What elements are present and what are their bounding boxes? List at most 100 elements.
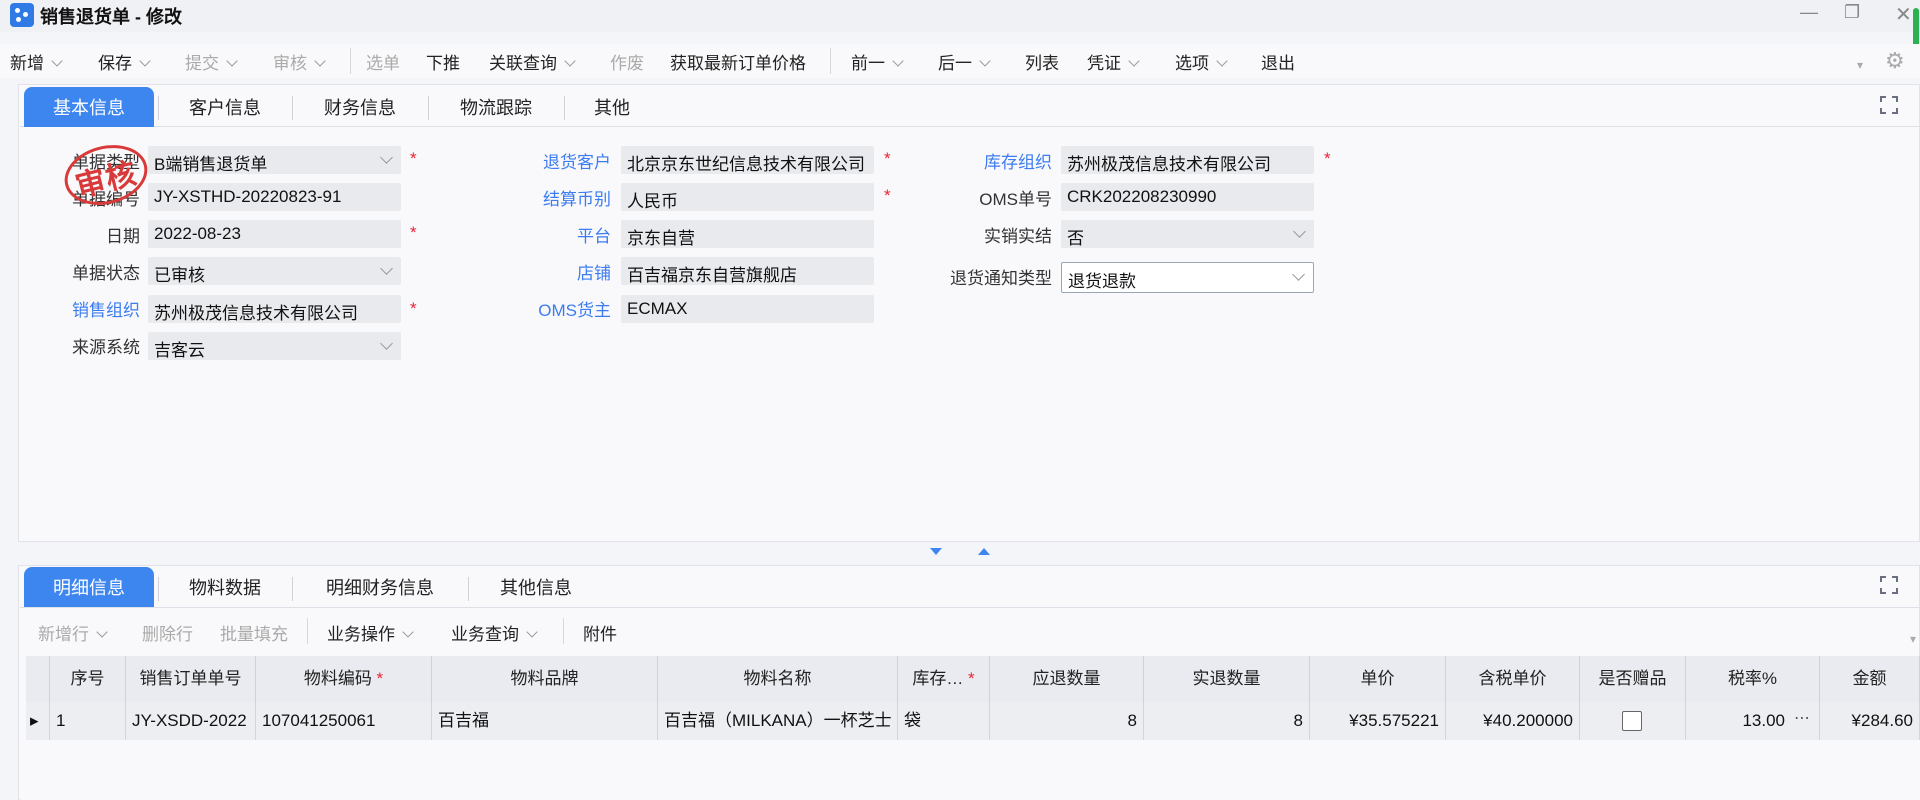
select-bill-button[interactable]: 选单: [366, 49, 400, 74]
get-latest-price-button[interactable]: 获取最新订单价格: [670, 49, 806, 74]
prev-button[interactable]: 前一: [851, 49, 904, 74]
source-system-select[interactable]: 吉客云: [148, 332, 401, 360]
collapse-grid-toolbar-icon[interactable]: ▾: [1910, 632, 1916, 646]
attachment-button[interactable]: 附件: [583, 620, 617, 645]
save-button[interactable]: 保存: [98, 49, 151, 74]
cell-actual-qty[interactable]: 8: [1144, 702, 1310, 740]
cell-tax-price[interactable]: ¥40.200000: [1446, 702, 1580, 740]
tab-logistics[interactable]: 物流跟踪: [436, 87, 556, 127]
oms-no-label: OMS单号: [979, 190, 1052, 209]
bill-status-label: 单据状态: [72, 264, 140, 283]
actual-settle-label: 实销实结: [984, 227, 1052, 246]
col-brand[interactable]: 物料品牌: [432, 656, 658, 702]
tab-detail-finance[interactable]: 明细财务信息: [300, 567, 460, 607]
store-label[interactable]: 店铺: [495, 259, 611, 284]
tab-other-info[interactable]: 其他信息: [476, 567, 596, 607]
grid-empty-area: [20, 740, 1920, 800]
sales-org-label[interactable]: 销售组织: [40, 296, 140, 321]
add-row-button[interactable]: 新增行: [38, 620, 108, 645]
submit-button[interactable]: 提交: [185, 49, 238, 74]
return-notice-type-select[interactable]: 退货退款: [1061, 262, 1314, 293]
void-button[interactable]: 作废: [610, 49, 644, 74]
col-material-code[interactable]: 物料编码 *: [256, 656, 432, 702]
cell-material-code[interactable]: 107041250061: [256, 702, 432, 740]
actual-settle-select[interactable]: 否: [1061, 220, 1314, 248]
return-customer-label[interactable]: 退货客户: [495, 148, 611, 173]
col-actual-qty[interactable]: 实退数量: [1144, 656, 1310, 702]
col-unit-price[interactable]: 单价: [1310, 656, 1446, 702]
expand-icon[interactable]: [1880, 96, 1898, 114]
exit-button[interactable]: 退出: [1261, 49, 1295, 74]
return-customer-field[interactable]: 北京京东世纪信息技术有限公司: [621, 146, 874, 174]
delete-row-button[interactable]: 删除行: [142, 620, 193, 645]
business-ops-button[interactable]: 业务操作: [327, 620, 414, 645]
app-icon: [10, 3, 34, 27]
cell-seq[interactable]: 1: [50, 702, 126, 740]
col-is-gift[interactable]: 是否赠品: [1580, 656, 1686, 702]
cell-unit-price[interactable]: ¥35.575221: [1310, 702, 1446, 740]
bill-type-select[interactable]: B端销售退货单: [148, 146, 401, 174]
row-indicator-header: [26, 656, 50, 702]
cell-material-name[interactable]: 百吉福（MILKANA）一杯芝士: [658, 702, 898, 740]
stock-org-label[interactable]: 库存组织: [920, 148, 1052, 173]
push-down-button[interactable]: 下推: [426, 49, 460, 74]
oms-no-field[interactable]: CRK202208230990: [1061, 183, 1314, 211]
tab-other[interactable]: 其他: [572, 87, 652, 127]
platform-label[interactable]: 平台: [495, 222, 611, 247]
oms-owner-label[interactable]: OMS货主: [495, 296, 611, 321]
restore-icon[interactable]: ❐: [1844, 2, 1860, 23]
settings-gear-icon[interactable]: ⚙: [1885, 48, 1905, 74]
collapse-toolbar-icon[interactable]: ▾: [1857, 58, 1863, 72]
bill-no-field[interactable]: JY-XSTHD-20220823-91: [148, 183, 401, 211]
batch-fill-button[interactable]: 批量填充: [220, 620, 288, 645]
settle-currency-label[interactable]: 结算币别: [495, 185, 611, 210]
col-tax-price[interactable]: 含税单价: [1446, 656, 1580, 702]
platform-field[interactable]: 京东自营: [621, 220, 874, 248]
col-tax-rate[interactable]: 税率%: [1686, 656, 1820, 702]
col-order-no[interactable]: 销售订单单号: [126, 656, 256, 702]
list-button[interactable]: 列表: [1025, 49, 1059, 74]
collapse-down-icon[interactable]: [930, 548, 942, 555]
chevron-down-icon: [1292, 268, 1305, 281]
business-query-button[interactable]: 业务查询: [451, 620, 538, 645]
options-button[interactable]: 选项: [1175, 49, 1228, 74]
voucher-button[interactable]: 凭证: [1087, 49, 1140, 74]
cell-is-gift[interactable]: [1580, 702, 1686, 740]
tab-material-data[interactable]: 物料数据: [165, 567, 285, 607]
cell-stock-unit[interactable]: 袋: [898, 702, 990, 740]
row-selector-icon[interactable]: ▸: [26, 702, 50, 740]
minimize-icon[interactable]: —: [1800, 2, 1818, 23]
date-field[interactable]: 2022-08-23: [148, 220, 401, 248]
new-button[interactable]: 新增: [10, 49, 63, 74]
date-label: 日期: [106, 227, 140, 246]
audit-button[interactable]: 审核: [273, 49, 326, 74]
return-notice-type-label: 退货通知类型: [950, 269, 1052, 288]
cell-brand[interactable]: 百吉福: [432, 702, 658, 740]
close-icon[interactable]: ✕: [1895, 2, 1912, 27]
cell-amount[interactable]: ¥284.60: [1820, 702, 1920, 740]
tab-basic-info[interactable]: 基本信息: [24, 87, 154, 127]
stock-org-field[interactable]: 苏州极茂信息技术有限公司: [1061, 146, 1314, 174]
related-query-button[interactable]: 关联查询: [489, 49, 576, 74]
tab-detail-info[interactable]: 明细信息: [24, 567, 154, 607]
more-icon[interactable]: ⋯: [1794, 708, 1810, 728]
col-due-qty[interactable]: 应退数量: [990, 656, 1144, 702]
col-seq[interactable]: 序号: [50, 656, 126, 702]
store-field[interactable]: 百吉福京东自营旗舰店: [621, 257, 874, 285]
tab-customer-info[interactable]: 客户信息: [165, 87, 285, 127]
cell-due-qty[interactable]: 8: [990, 702, 1144, 740]
cell-order-no[interactable]: JY-XSDD-2022: [126, 702, 256, 740]
col-stock-unit[interactable]: 库存… *: [898, 656, 990, 702]
col-material-name[interactable]: 物料名称: [658, 656, 898, 702]
bill-status-select[interactable]: 已审核: [148, 257, 401, 285]
collapse-up-icon[interactable]: [978, 548, 990, 555]
tab-finance-info[interactable]: 财务信息: [300, 87, 420, 127]
gift-checkbox[interactable]: [1622, 711, 1642, 731]
settle-currency-field[interactable]: 人民币: [621, 183, 874, 211]
expand-icon[interactable]: [1880, 576, 1898, 594]
col-amount[interactable]: 金额: [1820, 656, 1920, 702]
oms-owner-field[interactable]: ECMAX: [621, 295, 874, 323]
sales-org-field[interactable]: 苏州极茂信息技术有限公司: [148, 295, 401, 323]
next-button[interactable]: 后一: [938, 49, 991, 74]
source-system-label: 来源系统: [72, 338, 140, 357]
